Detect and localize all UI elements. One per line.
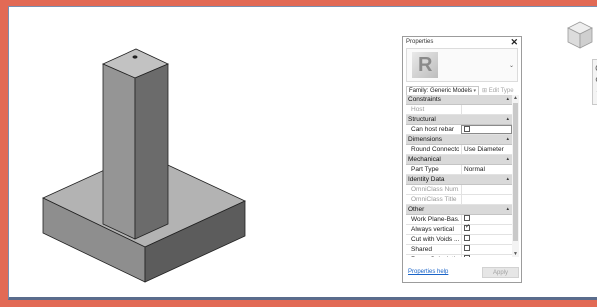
property-row: Part Type Normal [406,165,512,175]
property-group-header[interactable]: Identity Data ▴ [406,175,512,185]
family-type-preview-icon: R [412,52,438,78]
property-group-label: Mechanical [408,156,441,163]
property-name: Always vertical [411,226,454,233]
property-group-label: Identity Data [408,176,445,183]
property-row: Round Connecto...Use Diameter [406,145,512,155]
checkbox-unchecked[interactable] [464,245,470,252]
property-value[interactable] [461,223,512,234]
edit-type-button[interactable]: ⊞ Edit Type [482,87,514,94]
property-group-header[interactable]: Mechanical ▴ [406,155,512,165]
collapse-chevron-icon[interactable]: ▴ [506,135,509,144]
collapse-chevron-icon[interactable]: ▴ [506,115,509,124]
close-icon[interactable]: ✕ [510,37,518,47]
property-group-header[interactable]: Dimensions ▴ [406,135,512,145]
property-group-header[interactable]: Other ▴ [406,205,512,215]
property-row: Always vertical [406,223,512,235]
properties-palette: Properties ✕ R ⌄ Family: Generic Models … [402,36,522,283]
properties-scrollbar[interactable]: ▲ ▼ [512,95,519,257]
viewcube-icon[interactable] [566,20,594,50]
property-row: OmniClass Title [406,195,512,205]
property-name: Cut with Voids ... [411,236,459,243]
property-row: Cut with Voids ... [406,235,512,245]
properties-titlebar[interactable]: Properties ✕ [403,37,521,47]
collapse-chevron-icon[interactable]: ▴ [506,175,509,184]
properties-help-link[interactable]: Properties help [408,269,448,275]
collapse-chevron-icon[interactable]: ▴ [506,155,509,164]
checkbox-unchecked[interactable] [464,235,470,242]
navigation-bar[interactable] [592,59,597,105]
property-group-label: Constraints [408,96,441,103]
property-name: Shared [411,246,432,253]
property-group-header[interactable]: Constraints ▴ [406,95,512,105]
properties-grid: Constraints ▴ Host Structural ▴ Can host reba… [406,95,512,257]
collapse-chevron-icon[interactable]: ▴ [506,205,509,214]
property-value[interactable] [461,125,512,134]
property-group-label: Other [408,206,425,213]
property-value[interactable] [461,245,512,254]
app-frame: Properties ✕ R ⌄ Family: Generic Models … [0,0,597,307]
property-group-header[interactable]: Structural ▴ [406,115,512,125]
checkbox-unchecked[interactable] [464,215,470,222]
property-value[interactable] [461,235,512,244]
type-selector[interactable]: R ⌄ [406,48,518,82]
collapse-chevron-icon[interactable]: ▴ [506,95,509,104]
property-name: OmniClass Title [411,196,457,203]
scroll-down-icon[interactable]: ▼ [513,251,518,257]
property-row: Shared [406,245,512,255]
property-row: Work Plane-Bas... [406,215,512,225]
column-hole [132,55,138,59]
scroll-thumb[interactable] [513,103,518,241]
checkbox-unchecked[interactable] [464,126,470,133]
property-name: Host [411,106,425,113]
apply-button[interactable]: Apply [482,267,519,278]
property-value[interactable]: Use Diameter [461,145,512,154]
property-name: Part Type [411,166,439,173]
property-row: Host [406,105,512,115]
chevron-down-icon[interactable]: ⌄ [509,62,514,69]
property-row: Room Calculatio... [406,255,512,257]
property-name: Room Calculatio... [411,255,459,257]
property-value[interactable] [461,185,512,194]
scroll-up-icon[interactable]: ▲ [513,95,518,101]
property-name: Can host rebar [411,126,454,133]
checkbox-unchecked[interactable] [464,255,470,257]
property-row: OmniClass Num... [406,185,512,195]
checkbox-checked[interactable] [464,223,470,232]
properties-title: Properties [406,39,434,45]
edit-type-icon: ⊞ [482,88,488,94]
properties-footer: Properties help Apply [406,267,519,279]
property-value[interactable] [461,195,512,204]
property-value[interactable]: Normal [461,165,512,174]
property-value[interactable] [461,255,512,257]
property-value[interactable] [461,105,512,114]
property-group-label: Structural [408,116,436,123]
property-group-label: Dimensions [408,136,442,143]
column-left-face [102,63,136,240]
property-name: Round Connecto... [411,146,459,153]
property-row: Can host rebar [406,125,512,135]
property-name: Work Plane-Bas... [411,216,459,223]
column-right-face [134,63,169,240]
property-name: OmniClass Num... [411,186,459,193]
